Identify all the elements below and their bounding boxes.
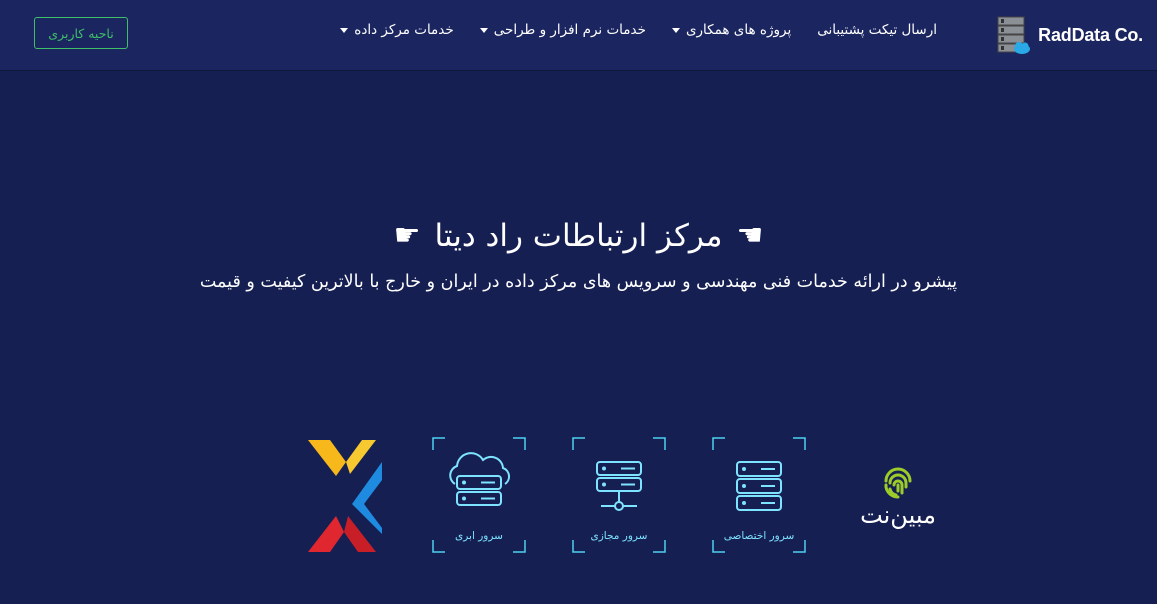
x-partner-logo[interactable] (292, 436, 392, 556)
pointing-hand-left-icon: ☚ (736, 218, 764, 253)
menu-software-services[interactable]: خدمات نرم افزار و طراحی (479, 22, 646, 38)
menu-label: ارسال تیکت پشتیبانی (817, 22, 937, 38)
x-logo-icon (308, 440, 382, 552)
caret-down-icon (340, 27, 349, 33)
menu-support-ticket[interactable]: ارسال تیکت پشتیبانی (817, 22, 937, 38)
service-dedicated-server[interactable]: سرور اختصاصی (711, 436, 807, 556)
server-cloud-logo-icon (997, 16, 1031, 54)
service-label: سرور مجازی (590, 530, 648, 542)
menu-label: خدمات مرکز داده (354, 22, 454, 38)
main-menu: خدمات مرکز داده خدمات نرم افزار و طراحی … (340, 22, 937, 38)
brand-name: RadData Co. (1038, 24, 1143, 45)
cloud-server-icon (449, 452, 510, 506)
top-navbar: RadData Co. خدمات مرکز داده خدمات نرم اف… (0, 0, 1157, 70)
caret-down-icon (671, 27, 680, 33)
service-label: سرور ابری (455, 530, 503, 542)
service-label: سرور اختصاصی (723, 530, 795, 542)
hero-title-text: مرکز ارتباطات راد دیتا (434, 218, 723, 254)
hero-subtitle: پیشرو در ارائه خدمات فنی مهندسی و سرویس … (199, 272, 958, 292)
mobinnet-logo[interactable]: مبین‌نت (848, 436, 948, 556)
caret-down-icon (479, 27, 488, 33)
fingerprint-icon (884, 467, 912, 499)
pointing-hand-right-icon: ☛ (393, 218, 421, 253)
menu-partnership-projects[interactable]: پروژه های همکاری (671, 22, 792, 38)
brand-logo[interactable]: RadData Co. (996, 14, 1143, 56)
menu-label: خدمات نرم افزار و طراحی (493, 22, 646, 38)
menu-label: پروژه های همکاری (685, 22, 792, 38)
user-area-button[interactable]: ناحیه کاربری (34, 17, 128, 49)
menu-datacenter-services[interactable]: خدمات مرکز داده (340, 22, 454, 38)
dedicated-server-icon (736, 461, 782, 511)
virtual-server-icon (596, 461, 642, 511)
hero-title: ☚ مرکز ارتباطات راد دیتا ☛ (0, 218, 1157, 254)
service-virtual-server[interactable]: سرور مجازی (571, 436, 667, 556)
service-cloud-server[interactable]: سرور ابری (431, 436, 527, 556)
mobinnet-wordmark: مبین‌نت (860, 501, 937, 529)
